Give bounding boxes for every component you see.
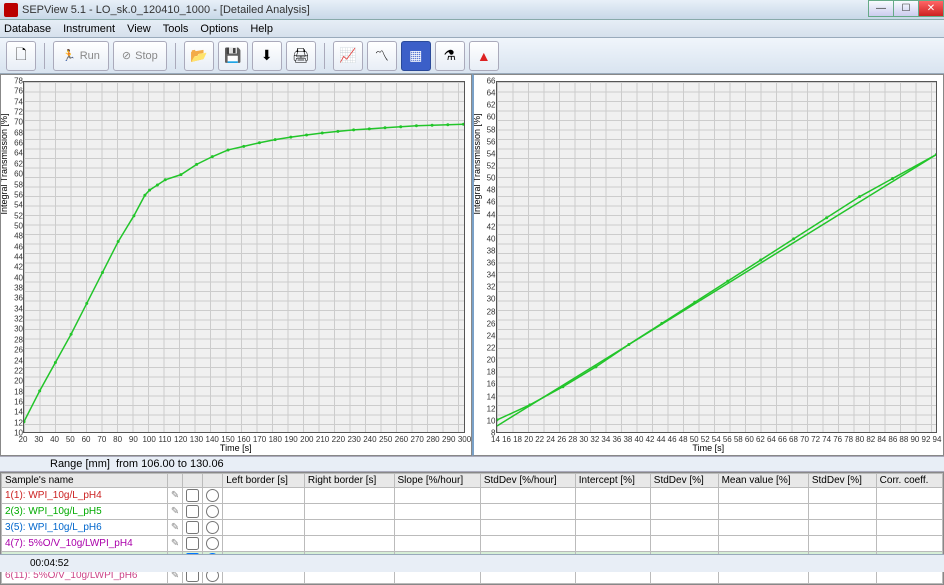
col-header[interactable]: Mean value [%] (718, 474, 808, 488)
col-header[interactable]: StdDev [%] (808, 474, 876, 488)
col-header[interactable] (167, 474, 182, 488)
save-button[interactable]: 💾 (218, 41, 248, 71)
maximize-button[interactable]: ☐ (893, 0, 919, 17)
col-header[interactable] (183, 474, 203, 488)
table-row[interactable]: 4(7): 5%O/V_10g/LWPI_pH4✎ (2, 536, 943, 552)
col-header[interactable]: Right border [s] (304, 474, 394, 488)
open-button[interactable]: 📂 (184, 41, 214, 71)
col-header[interactable] (203, 474, 223, 488)
chart-curves-icon: 〽 (375, 46, 389, 66)
menubar: Database Instrument View Tools Options H… (0, 20, 944, 38)
minimize-button[interactable]: — (868, 0, 894, 17)
status-time: 00:04:52 (30, 558, 69, 569)
col-header[interactable]: StdDev [%/hour] (480, 474, 575, 488)
statusbar: 00:04:52 (0, 554, 944, 572)
col-header[interactable]: StdDev [%] (650, 474, 718, 488)
window-title: SEPView 5.1 - LO_sk.0_120410_1000 - [Det… (22, 4, 310, 16)
row-radio[interactable] (206, 505, 219, 518)
titlebar: SEPView 5.1 - LO_sk.0_120410_1000 - [Det… (0, 0, 944, 20)
row-radio[interactable] (206, 537, 219, 550)
row-checkbox[interactable] (186, 505, 199, 518)
row-checkbox[interactable] (186, 521, 199, 534)
col-header[interactable]: Intercept [%] (575, 474, 650, 488)
run-button[interactable]: 🏃 Run (53, 41, 109, 71)
range-label: Range [mm] (50, 458, 110, 470)
row-radio[interactable] (206, 521, 219, 534)
chart-right-ylabel: Integral Transmission [%] (472, 113, 482, 214)
menu-options[interactable]: Options (200, 23, 238, 35)
print-button[interactable]: 🖨 (286, 41, 316, 71)
range-text: from 106.00 to 130.06 (116, 458, 224, 470)
stop-button[interactable]: ⊘ Stop (113, 41, 167, 71)
export-button[interactable]: ⬇ (252, 41, 282, 71)
chart-mode-4-button[interactable]: ⚗ (435, 41, 465, 71)
table-row[interactable]: 1(1): WPI_10g/L_pH4✎ (2, 488, 943, 504)
toolbar: 🗋 🏃 Run ⊘ Stop 📂 💾 ⬇ 🖨 📈 〽 ▦ ⚗ ▲ (0, 38, 944, 74)
chart-left-xlabel: Time [s] (220, 443, 252, 453)
row-checkbox[interactable] (186, 537, 199, 550)
chart-left[interactable]: 1012141618202224262830323436384042444648… (0, 74, 472, 456)
chart-mode-5-button[interactable]: ▲ (469, 41, 499, 71)
chart-right-xlabel: Time [s] (692, 443, 724, 453)
range-bar: Range [mm] from 106.00 to 130.06 (0, 456, 944, 472)
row-checkbox[interactable] (186, 489, 199, 502)
menu-tools[interactable]: Tools (163, 23, 189, 35)
grid-icon: ▦ (409, 47, 422, 64)
chart-area: 1012141618202224262830323436384042444648… (0, 74, 944, 456)
chart-mode-1-button[interactable]: 📈 (333, 41, 363, 71)
col-header[interactable]: Corr. coeff. (876, 474, 942, 488)
table-row[interactable]: 3(5): WPI_10g/L_pH6✎ (2, 520, 943, 536)
peak-icon: ▲ (477, 48, 491, 64)
col-header[interactable]: Slope [%/hour] (394, 474, 480, 488)
menu-instrument[interactable]: Instrument (63, 23, 115, 35)
col-header[interactable]: Sample's name (2, 474, 168, 488)
new-button[interactable]: 🗋 (6, 41, 36, 71)
menu-help[interactable]: Help (250, 23, 273, 35)
chart-mode-3-button[interactable]: ▦ (401, 41, 431, 71)
menu-view[interactable]: View (127, 23, 151, 35)
window-controls: — ☐ ✕ (869, 0, 944, 17)
col-header[interactable]: Left border [s] (223, 474, 305, 488)
chart-mode-2-button[interactable]: 〽 (367, 41, 397, 71)
close-button[interactable]: ✕ (918, 0, 944, 17)
chart-line-icon: 📈 (339, 47, 356, 64)
row-radio[interactable] (206, 489, 219, 502)
chart-left-ylabel: Integral Transmission [%] (0, 113, 9, 214)
chart-right[interactable]: 8101214161820222426283032343638404244464… (472, 74, 944, 456)
flask-icon: ⚗ (443, 47, 456, 64)
menu-database[interactable]: Database (4, 23, 51, 35)
app-icon (4, 3, 18, 17)
table-row[interactable]: 2(3): WPI_10g/L_pH5✎ (2, 504, 943, 520)
